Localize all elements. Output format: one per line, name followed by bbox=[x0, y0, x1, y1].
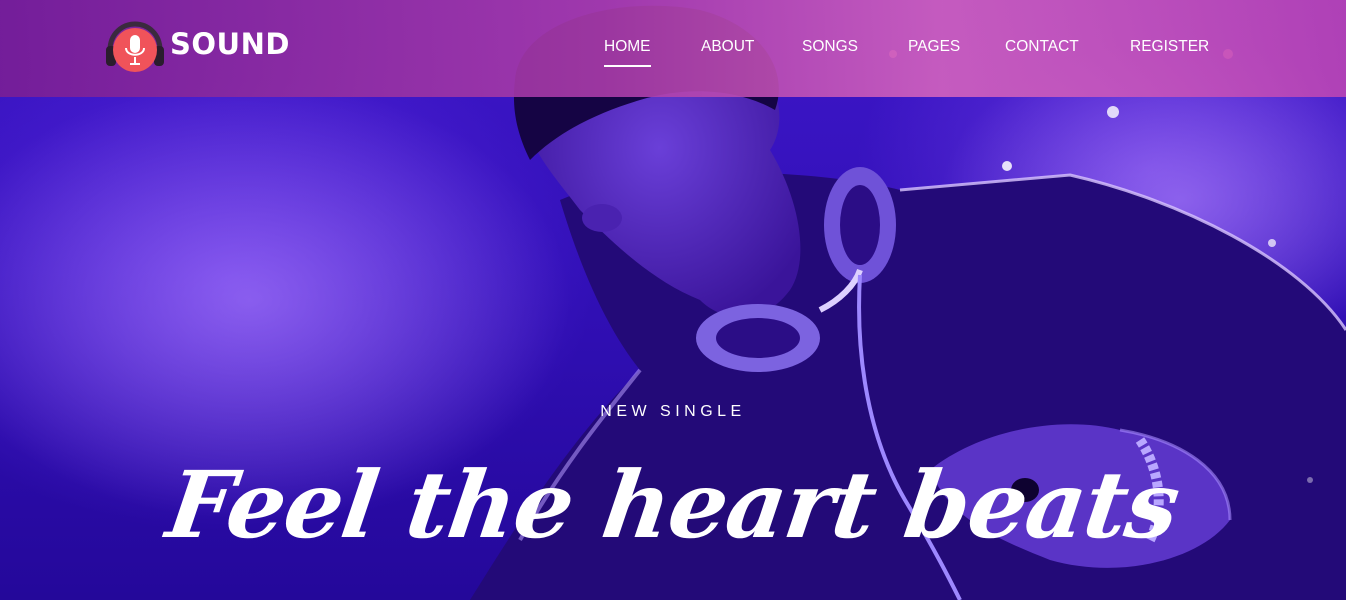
nav-contact[interactable]: CONTACT bbox=[1005, 38, 1079, 56]
nav-register[interactable]: REGISTER bbox=[1130, 38, 1209, 56]
brand-logo[interactable]: SOUND bbox=[104, 20, 290, 74]
nav-home[interactable]: HOME bbox=[604, 38, 651, 67]
hero-headline: Feel the heart beats bbox=[160, 451, 1186, 559]
brand-name: SOUND bbox=[170, 27, 290, 61]
microphone-headphones-icon bbox=[104, 20, 166, 74]
nav-pages[interactable]: PAGES bbox=[908, 38, 960, 56]
nav-about[interactable]: ABOUT bbox=[701, 38, 754, 56]
top-navbar: SOUND HOME ABOUT SONGS PAGES CONTACT REG… bbox=[0, 0, 1346, 97]
hero-eyebrow: NEW SINGLE bbox=[600, 403, 746, 420]
nav-songs[interactable]: SONGS bbox=[802, 38, 858, 56]
